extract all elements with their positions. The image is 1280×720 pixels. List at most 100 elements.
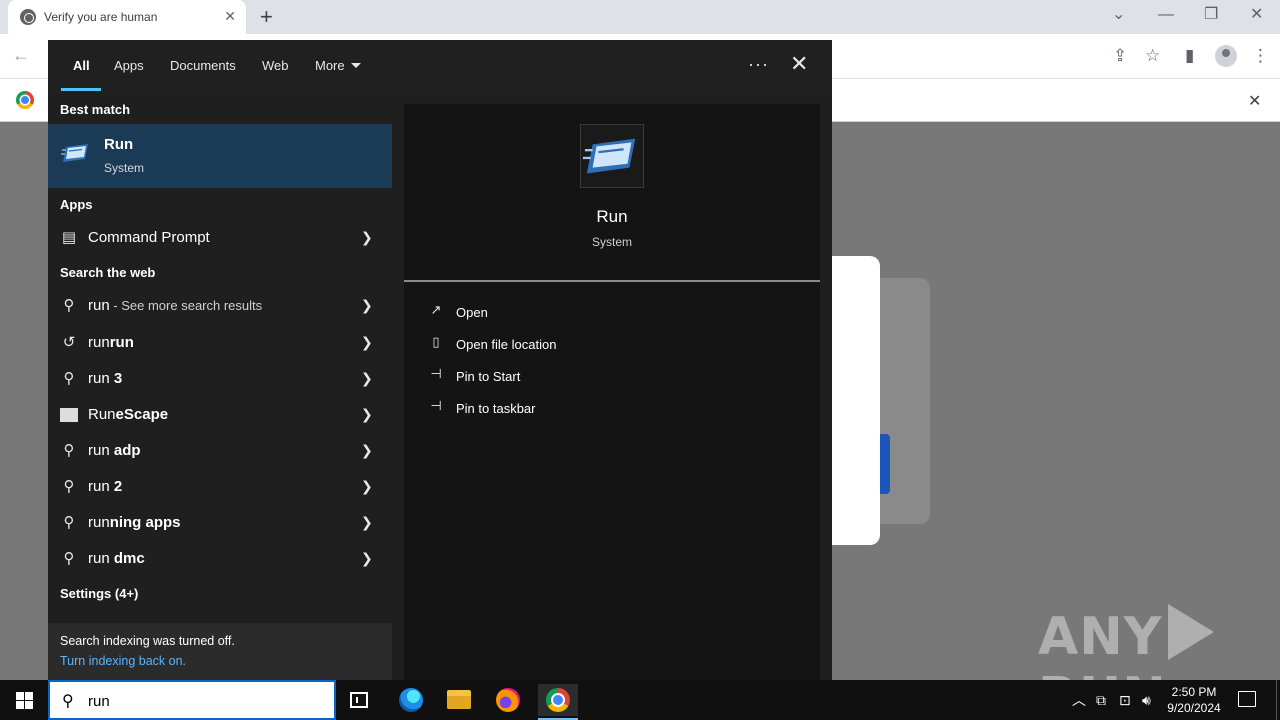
- web-result-item[interactable]: ⚲ running apps ❯: [48, 505, 392, 541]
- more-options-icon[interactable]: ···: [748, 54, 769, 75]
- back-arrow-icon[interactable]: ←: [12, 45, 30, 66]
- action-open-file-location[interactable]: ▯ Open file location: [404, 329, 820, 359]
- filter-web[interactable]: Web: [262, 58, 289, 73]
- chevron-right-icon[interactable]: ❯: [361, 478, 373, 495]
- chevron-right-icon[interactable]: ❯: [361, 334, 373, 351]
- filter-apps[interactable]: Apps: [114, 58, 144, 73]
- start-search-panel: All Apps Documents Web More ··· ✕ Best m…: [48, 40, 832, 680]
- suggestion-text: ning apps: [109, 514, 181, 531]
- windows-logo-icon: [16, 692, 33, 709]
- show-desktop-button[interactable]: [1276, 680, 1280, 720]
- turn-indexing-on-link[interactable]: Turn indexing back on.: [60, 654, 186, 668]
- restore-button[interactable]: ❐: [1204, 6, 1218, 24]
- web-result-label: run 3: [88, 370, 122, 387]
- filter-all[interactable]: All: [73, 58, 90, 73]
- settings-heading[interactable]: Settings (4+): [60, 586, 138, 601]
- edge-taskbar-button[interactable]: [390, 684, 430, 716]
- action-pin-to-start[interactable]: ⊣ Pin to Start: [404, 361, 820, 391]
- see-more-text: - See more search results: [109, 298, 263, 313]
- verify-button-edge[interactable]: [880, 434, 890, 494]
- history-icon: ↺: [62, 334, 76, 351]
- web-result-label: run - See more search results: [88, 297, 262, 314]
- close-panel-icon[interactable]: ✕: [790, 52, 808, 76]
- web-result-item[interactable]: RuneScape ❯: [48, 397, 392, 433]
- start-button[interactable]: [0, 680, 48, 720]
- web-result-label: running apps: [88, 514, 181, 531]
- query-text: run: [88, 478, 110, 495]
- action-label: Pin to taskbar: [456, 401, 536, 416]
- search-icon: ⚲: [63, 478, 75, 495]
- minimize-button[interactable]: —: [1158, 6, 1174, 24]
- action-pin-to-taskbar[interactable]: ⊣ Pin to taskbar: [404, 393, 820, 423]
- browser-tab[interactable]: Verify you are human ✕: [8, 0, 246, 34]
- side-panel-icon[interactable]: ▮: [1185, 46, 1194, 66]
- file-explorer-taskbar-button[interactable]: [439, 684, 479, 716]
- run-app-icon: [582, 138, 636, 174]
- preview-divider: [404, 280, 820, 282]
- system-clock[interactable]: 2:50 PM 9/20/2024: [1158, 684, 1230, 716]
- taskbar-search-box[interactable]: ⚲: [48, 680, 336, 720]
- run-app-icon: [61, 144, 88, 162]
- chrome-icon: [546, 688, 570, 712]
- action-open[interactable]: ↗ Open: [404, 297, 820, 327]
- preview-subtitle: System: [591, 235, 632, 249]
- chevron-right-icon[interactable]: ❯: [361, 370, 373, 387]
- search-icon: ⚲: [63, 297, 75, 314]
- file-location-icon: ▯: [432, 334, 440, 349]
- web-result-label: runrun: [88, 334, 134, 351]
- filter-more[interactable]: More: [315, 58, 361, 73]
- preview-pane: Run System ↗ Open ▯ Open file location ⊣…: [404, 104, 820, 680]
- chevron-right-icon[interactable]: ❯: [361, 297, 373, 314]
- suggestion-text: eScape: [115, 406, 169, 423]
- app-command-prompt[interactable]: ▤ Command Prompt ❯: [48, 220, 392, 256]
- network-icon[interactable]: ⊡: [1119, 692, 1131, 708]
- chevron-right-icon[interactable]: ❯: [361, 406, 373, 423]
- chevron-up-icon[interactable]: ︿: [1072, 692, 1086, 708]
- firefox-taskbar-button[interactable]: [488, 684, 528, 716]
- web-result-item[interactable]: ⚲ run dmc ❯: [48, 541, 392, 577]
- preview-icon-box: [580, 124, 644, 188]
- volume-icon[interactable]: 🔊︎: [1142, 692, 1151, 708]
- web-result-item[interactable]: ⚲ run - See more search results ❯: [48, 288, 392, 324]
- address-bar[interactable]: [816, 40, 1280, 72]
- new-tab-button[interactable]: +: [260, 5, 273, 29]
- web-result-label: RuneScape: [88, 406, 168, 423]
- infobar-close-icon[interactable]: ✕: [1248, 91, 1261, 111]
- verify-card: [830, 256, 880, 545]
- query-text: run: [88, 370, 110, 387]
- caret-down-icon: [350, 63, 361, 68]
- window-close-button[interactable]: ✕: [1250, 6, 1263, 24]
- device-icon[interactable]: ⧉: [1096, 692, 1106, 708]
- tab-search-chevron-icon[interactable]: ⌄: [1112, 6, 1125, 24]
- runescape-thumbnail: [60, 408, 78, 422]
- filter-documents[interactable]: Documents: [170, 58, 236, 73]
- chevron-right-icon[interactable]: ❯: [361, 550, 373, 567]
- search-input[interactable]: [88, 690, 328, 712]
- tab-close-button[interactable]: ✕: [224, 8, 236, 24]
- play-logo-icon: [1168, 604, 1215, 660]
- globe-icon: [20, 9, 36, 25]
- best-match-run[interactable]: Run System: [48, 124, 392, 188]
- app-label: Command Prompt: [88, 229, 210, 246]
- chevron-right-icon[interactable]: ❯: [361, 514, 373, 531]
- task-view-button[interactable]: [340, 684, 380, 716]
- bookmark-star-icon[interactable]: ☆: [1145, 46, 1160, 66]
- query-text: run: [88, 442, 110, 459]
- web-result-item[interactable]: ⚲ run 3 ❯: [48, 361, 392, 397]
- chevron-right-icon[interactable]: ❯: [361, 229, 373, 246]
- share-icon[interactable]: ⇪: [1113, 46, 1127, 66]
- chevron-right-icon[interactable]: ❯: [361, 442, 373, 459]
- action-label: Open: [456, 305, 488, 320]
- web-result-label: run dmc: [88, 550, 145, 567]
- firefox-icon: [496, 688, 520, 712]
- action-label: Open file location: [456, 337, 557, 352]
- chrome-taskbar-button[interactable]: [538, 684, 578, 720]
- kebab-menu-icon[interactable]: ⋮: [1252, 46, 1269, 66]
- web-result-item[interactable]: ↺ runrun ❯: [48, 325, 392, 361]
- profile-avatar[interactable]: [1215, 45, 1237, 67]
- suggestion-text: run: [109, 334, 134, 351]
- web-result-item[interactable]: ⚲ run adp ❯: [48, 433, 392, 469]
- notification-icon[interactable]: [1238, 691, 1256, 707]
- web-result-item[interactable]: ⚲ run 2 ❯: [48, 469, 392, 505]
- best-match-title: Run: [104, 136, 134, 153]
